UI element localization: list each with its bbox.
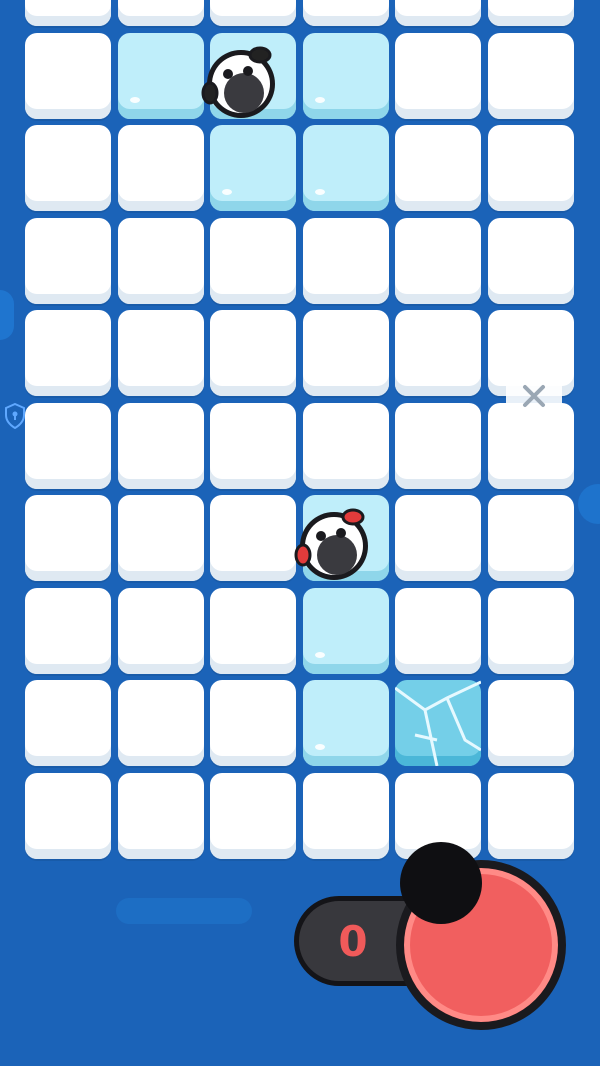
snow-tile — [395, 310, 481, 396]
game-board — [0, 0, 600, 870]
ice-tile — [302, 32, 389, 119]
snow-tile — [117, 0, 204, 26]
snow-tile — [210, 0, 296, 26]
snow-tile — [302, 402, 389, 489]
snow-tile — [25, 217, 111, 304]
snow-tile — [395, 495, 481, 581]
snow-tile — [487, 587, 574, 674]
snow-tile — [117, 402, 204, 489]
snow-tile — [395, 217, 481, 304]
snow-tile — [302, 217, 389, 304]
snow-tile — [210, 217, 296, 304]
snow-tile — [395, 32, 481, 119]
faint-progress-bar — [116, 898, 252, 924]
snow-tile — [25, 125, 111, 211]
close-button[interactable] — [506, 372, 562, 420]
snow-tile — [487, 0, 574, 26]
ice-tile — [302, 680, 389, 766]
snow-tile — [25, 32, 111, 119]
snow-tile — [302, 0, 389, 26]
snow-tile — [117, 217, 204, 304]
snow-tile — [487, 32, 574, 119]
cracked-tile — [395, 680, 481, 766]
close-icon — [523, 385, 545, 407]
snow-tile — [395, 0, 481, 26]
snow-tile — [117, 680, 204, 766]
score-counter: 0 — [338, 917, 368, 966]
snow-tile — [487, 772, 574, 859]
snow-tile — [25, 680, 111, 766]
ice-tile — [210, 125, 296, 211]
snow-tile — [210, 587, 296, 674]
snow-tile — [117, 310, 204, 396]
snow-tile — [210, 680, 296, 766]
ice-tile — [302, 587, 389, 674]
snow-tile — [302, 310, 389, 396]
snow-tile — [302, 772, 389, 859]
snow-tile — [117, 587, 204, 674]
ice-tile — [302, 125, 389, 211]
snow-tile — [25, 772, 111, 859]
snow-tile — [210, 402, 296, 489]
penguin-player-1 — [200, 41, 282, 123]
snow-tile — [487, 217, 574, 304]
snow-tile — [25, 587, 111, 674]
snow-tile — [395, 587, 481, 674]
snow-tile — [117, 125, 204, 211]
joystick-knob[interactable] — [400, 842, 482, 924]
snow-tile — [210, 772, 296, 859]
snow-tile — [487, 680, 574, 766]
snow-tile — [210, 310, 296, 396]
snow-tile — [25, 310, 111, 396]
snow-tile — [117, 772, 204, 859]
snow-tile — [487, 125, 574, 211]
left-side-tab[interactable] — [0, 290, 14, 340]
snow-tile — [395, 125, 481, 211]
snow-tile — [487, 495, 574, 581]
snow-tile — [25, 495, 111, 581]
shield-lock-icon[interactable] — [4, 403, 26, 429]
ice-tile — [117, 32, 204, 119]
snow-tile — [395, 402, 481, 489]
snow-tile — [25, 0, 111, 26]
snow-tile — [210, 495, 296, 581]
penguin-player-2 — [293, 503, 375, 585]
snow-tile — [117, 495, 204, 581]
snow-tile — [25, 402, 111, 489]
